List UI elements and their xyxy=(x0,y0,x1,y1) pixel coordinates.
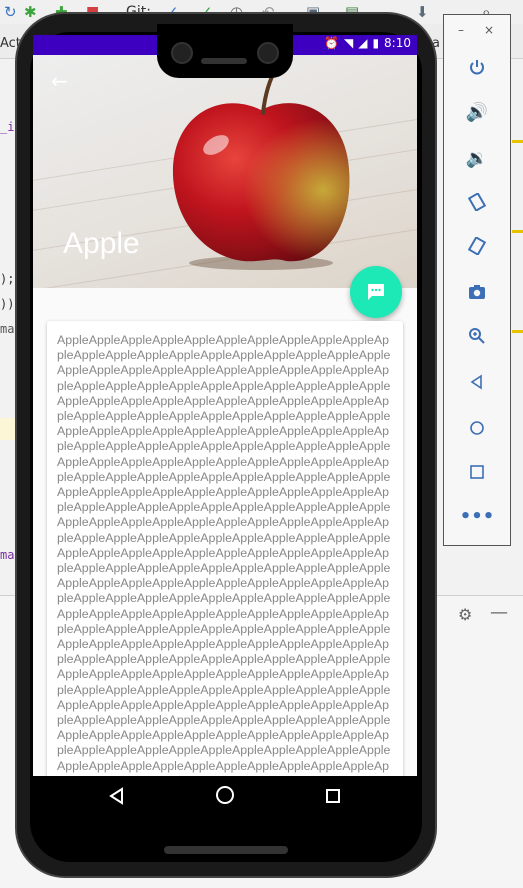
battery-icon: ▮ xyxy=(372,36,380,50)
code-fragment: ma xyxy=(0,322,15,336)
back-icon xyxy=(470,374,482,390)
code-highlight-line xyxy=(0,418,16,440)
wifi-icon: ◥ xyxy=(343,36,354,50)
front-sensor xyxy=(257,42,279,64)
more-icon: ••• xyxy=(459,505,495,527)
camera-icon xyxy=(469,285,485,299)
nav-recents-button[interactable] xyxy=(313,784,353,814)
triangle-back-icon xyxy=(109,787,123,805)
volume-up-button[interactable]: 🔊 xyxy=(462,97,492,127)
alarm-icon: ⏰ xyxy=(324,36,339,50)
zoom-icon xyxy=(469,328,485,344)
code-fragment: _i xyxy=(0,120,15,134)
system-navigation-bar xyxy=(33,776,417,822)
sdk-icon[interactable]: ⬇ xyxy=(416,3,429,21)
apple-image xyxy=(172,65,350,270)
code-fragment: )) xyxy=(0,297,15,311)
volume-down-button[interactable]: 🔉 xyxy=(462,143,492,173)
power-button[interactable] xyxy=(462,53,492,83)
square-recents-icon xyxy=(326,789,340,803)
rotate-right-icon xyxy=(468,237,486,255)
circle-home-icon xyxy=(216,786,234,804)
power-icon xyxy=(470,60,484,75)
zoom-button[interactable] xyxy=(462,321,492,351)
home-icon xyxy=(470,421,484,435)
bottom-speaker xyxy=(164,846,288,854)
rotate-left-icon xyxy=(468,193,486,211)
gear-icon[interactable]: ⚙ xyxy=(458,605,472,624)
overview-icon xyxy=(470,465,484,479)
collapsing-header-image: ← Apple xyxy=(33,55,417,288)
debug-icon[interactable]: ✱ xyxy=(24,3,37,21)
gutter-mark xyxy=(512,140,523,143)
emulator-control-panel: – × 🔊 🔉 ••• xyxy=(443,14,511,546)
emulator-home-button[interactable] xyxy=(462,413,492,443)
chat-icon xyxy=(368,284,384,300)
screenshot-button[interactable] xyxy=(462,277,492,307)
gutter-mark xyxy=(512,230,523,233)
content-card: AppleAppleAppleAppleAppleAppleAppleApple… xyxy=(47,321,403,776)
emulator-back-button[interactable] xyxy=(462,367,492,397)
emulator-more-button[interactable]: ••• xyxy=(459,501,495,531)
rotate-left-button[interactable] xyxy=(462,187,492,217)
signal-icon: ◢ xyxy=(358,36,368,50)
minimize-icon[interactable]: — xyxy=(490,602,508,623)
camera-notch xyxy=(157,24,293,78)
volume-up-icon: 🔊 xyxy=(465,101,489,123)
status-time: 8:10 xyxy=(384,36,411,50)
close-icon[interactable]: × xyxy=(484,23,494,37)
gutter-mark xyxy=(512,330,523,333)
rotate-right-button[interactable] xyxy=(462,231,492,261)
refresh-icon[interactable]: ↻ xyxy=(4,3,17,21)
app-screen: ⏰ ◥ ◢ ▮ 8:10 ← Apple AppleAppleAppleAppl… xyxy=(33,35,417,776)
volume-down-icon: 🔉 xyxy=(465,147,489,169)
toolbar-title: Apple xyxy=(63,227,140,260)
emulator-overview-button[interactable] xyxy=(462,457,492,487)
back-arrow-icon[interactable]: ← xyxy=(51,71,68,91)
nav-home-button[interactable] xyxy=(205,784,245,814)
code-fragment: ); xyxy=(0,272,15,286)
nav-back-button[interactable] xyxy=(97,784,137,814)
code-fragment: ma xyxy=(0,548,15,562)
minimize-icon[interactable]: – xyxy=(458,23,464,37)
card-body-text: AppleAppleAppleAppleAppleAppleAppleApple… xyxy=(57,333,391,776)
earpiece xyxy=(201,58,247,64)
front-camera xyxy=(171,42,193,64)
chat-fab-button[interactable] xyxy=(350,266,402,318)
